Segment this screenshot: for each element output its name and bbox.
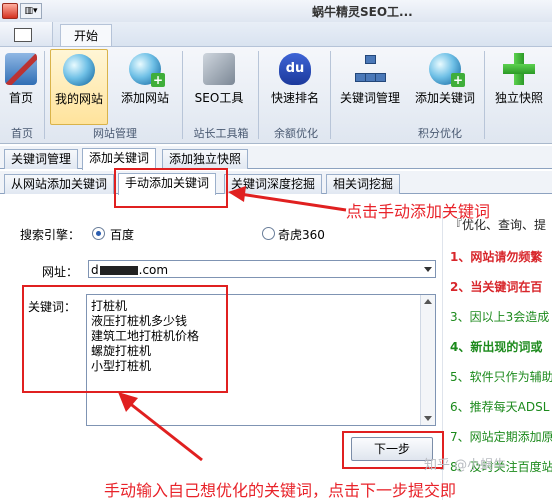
app-logo-icon xyxy=(2,3,18,19)
independent-snapshot-label: 独立快照 xyxy=(494,91,543,105)
note-item: 2、当关键词在百 xyxy=(450,280,543,294)
globe-add-icon: + xyxy=(129,53,165,87)
main-tab-strip: 关键词管理 添加关键词 添加独立快照 xyxy=(0,146,552,170)
keyword-manage-button[interactable]: 关键词管理 xyxy=(334,49,406,119)
group-label-points-opt: 积分优化 xyxy=(418,127,462,140)
home-icon xyxy=(5,53,37,85)
group-label-site-manage: 网站管理 xyxy=(93,127,137,140)
tab-keyword-manage[interactable]: 关键词管理 xyxy=(4,149,79,169)
group-separator xyxy=(258,51,259,139)
seo-tools-button[interactable]: SEO工具 xyxy=(190,49,248,119)
window-title: 蜗牛精灵SEO工... xyxy=(312,5,413,19)
engine-option-baidu: 百度 xyxy=(110,228,135,242)
group-separator xyxy=(330,51,331,139)
keyword-manage-label: 关键词管理 xyxy=(339,91,400,105)
network-icon xyxy=(354,53,386,85)
textarea-scrollbar[interactable] xyxy=(420,295,435,425)
add-keyword-label: 添加关键词 xyxy=(414,91,475,105)
group-separator xyxy=(484,51,485,139)
seo-tools-label: SEO工具 xyxy=(194,91,244,105)
add-site-label: 添加网站 xyxy=(120,91,169,105)
annotation-bottom: 手动输入自己想优化的关键词，点击下一步提交即 xyxy=(104,481,457,500)
baidu-icon: du xyxy=(279,53,311,85)
engine-radio-360[interactable] xyxy=(262,227,275,240)
tab-add-snapshot[interactable]: 添加独立快照 xyxy=(162,149,249,169)
quick-rank-label: 快速排名 xyxy=(270,91,319,105)
home-button-label: 首页 xyxy=(8,91,33,105)
my-sites-button[interactable]: 我的网站 xyxy=(50,49,108,125)
home-button[interactable]: 首页 xyxy=(2,49,40,119)
notes-header: 『优化、查询、提 xyxy=(450,218,547,232)
group-separator xyxy=(182,51,183,139)
menu-icon xyxy=(14,28,32,42)
url-value-prefix: d xyxy=(91,263,99,277)
add-site-button[interactable]: + 添加网站 xyxy=(116,49,174,119)
engine-option-360: 奇虎360 xyxy=(278,228,325,242)
highlight-box-manual-tab xyxy=(114,168,228,208)
tab-add-keyword[interactable]: 添加关键词 xyxy=(82,148,157,170)
ribbon-tab-row: 开始 xyxy=(0,22,552,47)
scroll-up-icon[interactable] xyxy=(424,299,432,304)
group-label-home: 首页 xyxy=(11,127,33,140)
chevron-down-icon xyxy=(424,267,432,272)
group-separator xyxy=(44,51,45,139)
tab-start[interactable]: 开始 xyxy=(60,24,112,47)
group-label-balance-opt: 余额优化 xyxy=(274,127,318,140)
note-item: 5、软件只作为辅助 xyxy=(450,370,552,384)
note-item: 7、网站定期添加原 xyxy=(450,430,552,444)
url-redaction xyxy=(99,266,138,275)
highlight-box-keywords xyxy=(22,285,228,393)
my-sites-label: 我的网站 xyxy=(54,92,103,106)
next-step-button[interactable]: 下一步 xyxy=(351,437,433,461)
tab-add-from-site[interactable]: 从网站添加关键词 xyxy=(4,174,115,194)
globe-icon xyxy=(63,54,95,86)
note-item: 3、因以上3会造成 xyxy=(450,310,550,324)
globe-add-icon: + xyxy=(429,53,465,87)
url-label: 网址： xyxy=(42,265,79,279)
independent-snapshot-button[interactable]: 独立快照 xyxy=(490,49,548,119)
scroll-down-icon[interactable] xyxy=(424,416,432,421)
watermark: 知乎 @小蜗牛 xyxy=(424,458,507,473)
url-value-suffix: .com xyxy=(138,263,169,277)
ribbon: 首页 我的网站 + 添加网站 SEO工具 du 快速排名 关键词管理 + 添加关… xyxy=(0,46,552,144)
note-item: 4、新出现的词或 xyxy=(450,340,543,354)
quick-rank-button[interactable]: du 快速排名 xyxy=(264,49,326,119)
annotation-arrow-bottom xyxy=(118,392,203,462)
engine-radio-baidu[interactable] xyxy=(92,227,105,240)
green-plus-icon xyxy=(503,53,535,85)
url-select[interactable]: d .com xyxy=(88,260,436,278)
add-keyword-button[interactable]: + 添加关键词 xyxy=(412,49,478,119)
engine-label: 搜索引擎： xyxy=(20,228,81,242)
quick-access-menu-button[interactable]: ▥▾ xyxy=(20,3,42,19)
group-label-webmaster-tools: 站长工具箱 xyxy=(193,127,249,140)
annotation-arrow-top xyxy=(228,186,347,212)
note-item: 6、推荐每天ADSL xyxy=(450,400,550,414)
application-menu-button[interactable] xyxy=(0,22,53,46)
tools-icon xyxy=(203,53,235,85)
title-bar: ▥▾ 蜗牛精灵SEO工... xyxy=(0,0,552,23)
note-item: 1、网站请勿频繁 xyxy=(450,250,543,264)
